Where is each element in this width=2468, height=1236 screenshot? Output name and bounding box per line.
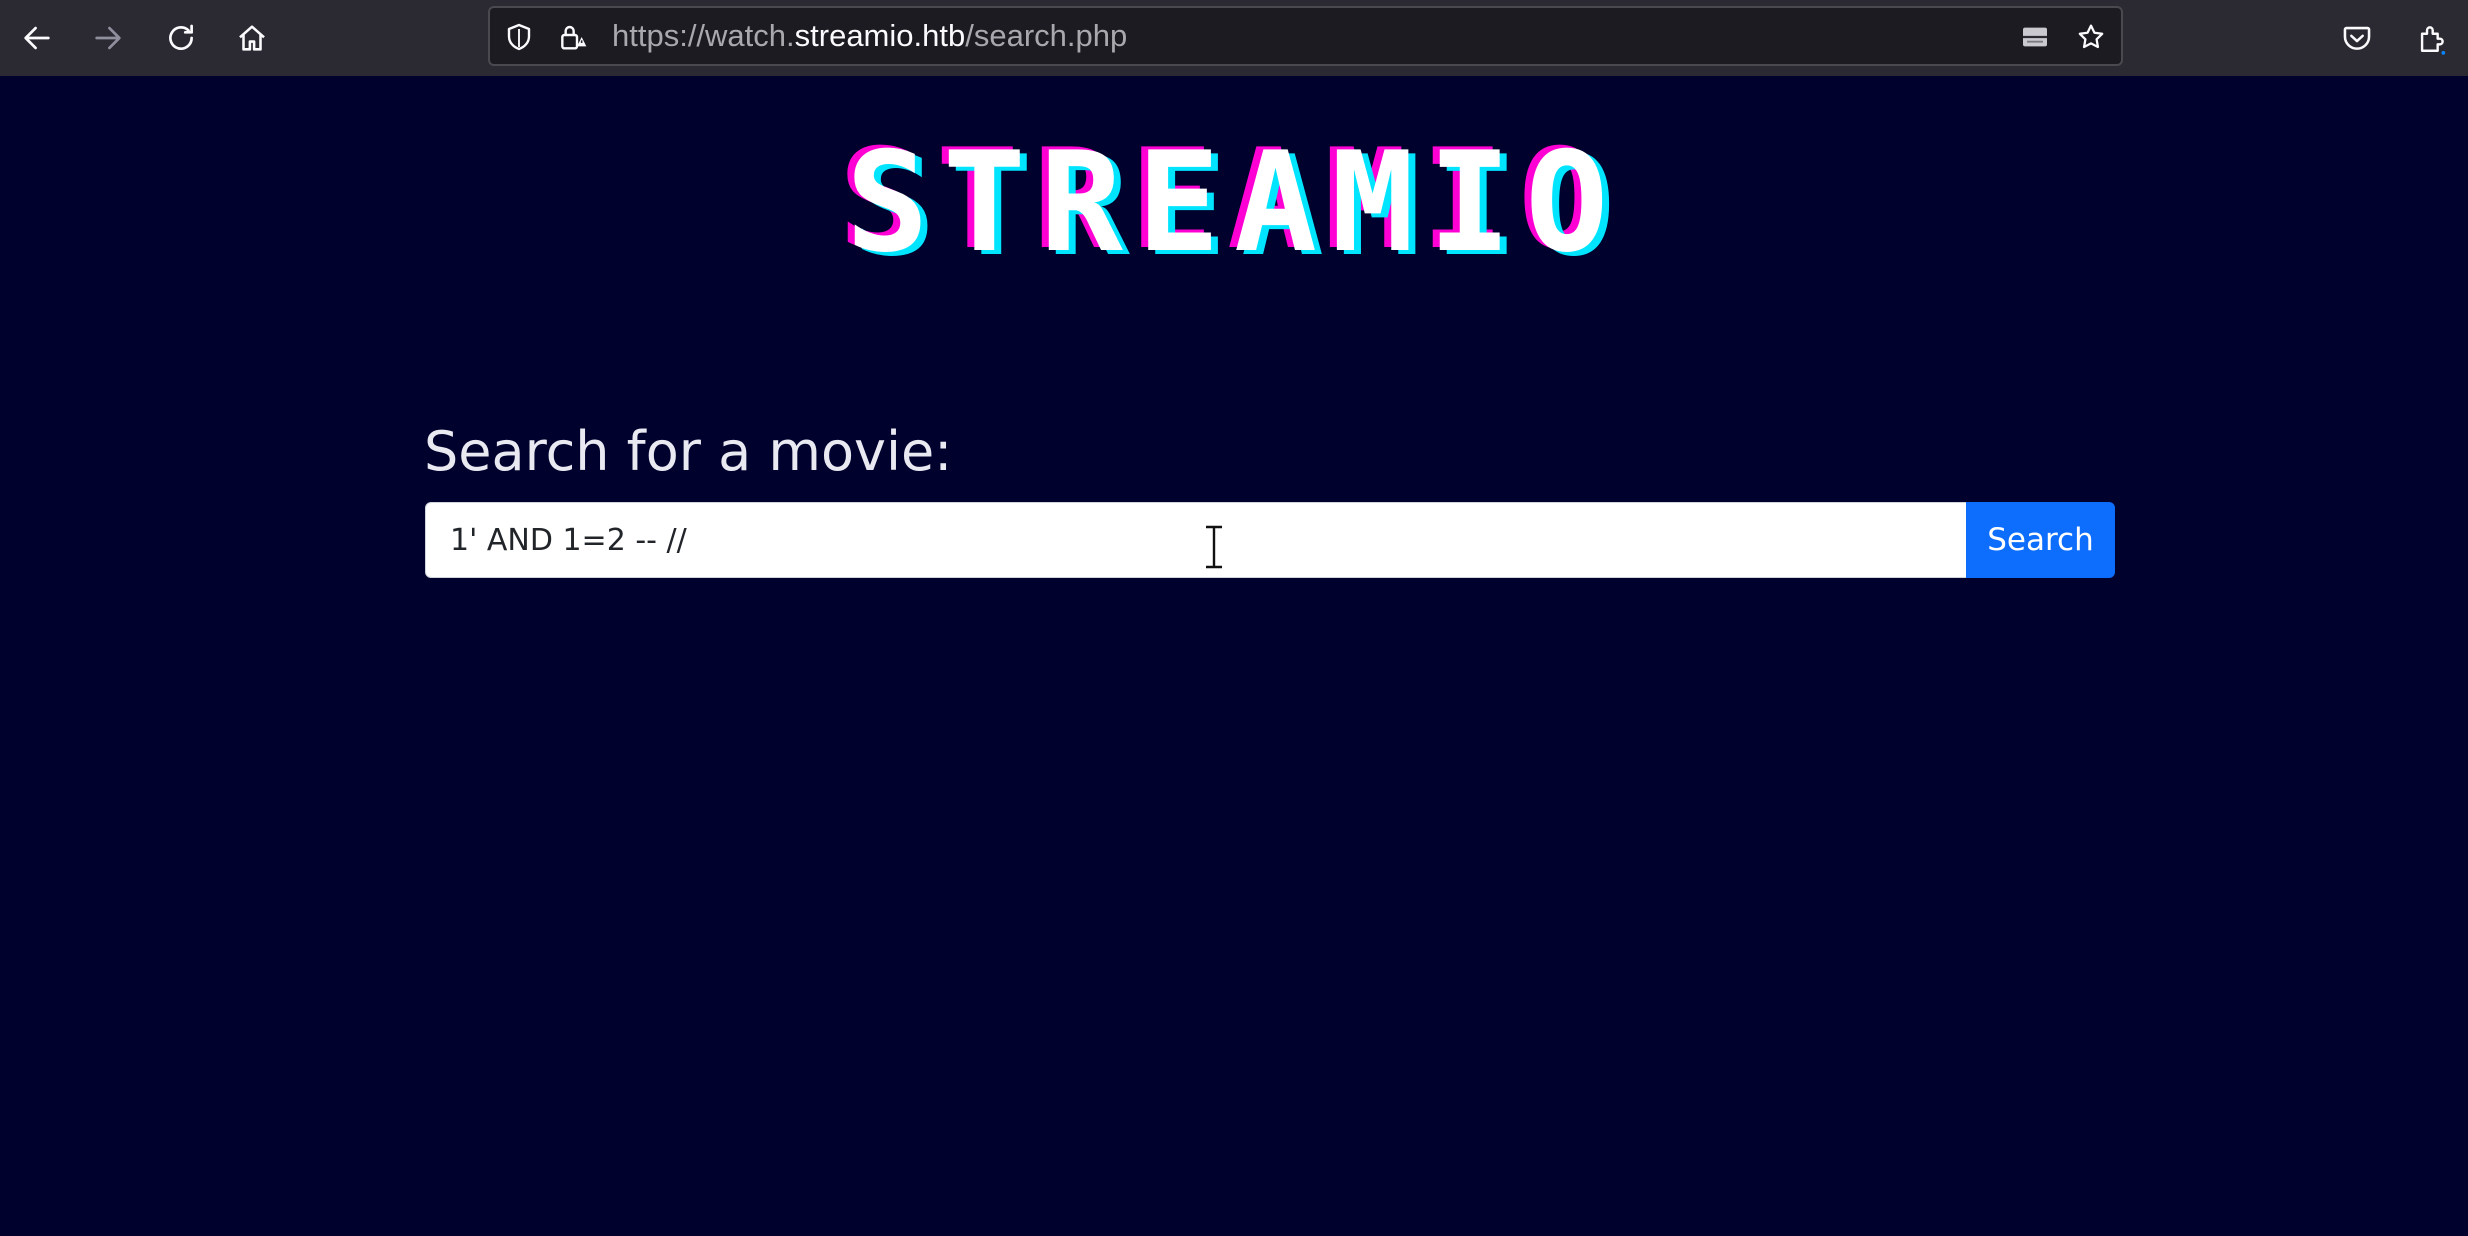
pocket-button[interactable] (2333, 14, 2381, 62)
home-button[interactable] (228, 14, 276, 62)
url-host: streamio.htb (794, 18, 966, 53)
search-input[interactable] (425, 502, 1967, 578)
back-button[interactable] (13, 14, 61, 62)
site-logo: STREAMIO (845, 122, 1623, 283)
extensions-button[interactable] (2408, 14, 2456, 62)
url-prefix: https://watch. (612, 18, 795, 53)
forward-button[interactable] (84, 14, 132, 62)
text-cursor-icon (1206, 524, 1222, 570)
search-label: Search for a movie: (424, 420, 953, 483)
shield-icon[interactable] (502, 20, 536, 54)
search-button[interactable]: Search (1966, 502, 2115, 578)
search-form: Search (425, 502, 2115, 578)
browser-toolbar: https://watch.streamio.htb/search.php (0, 0, 2468, 76)
reload-button[interactable] (157, 14, 205, 62)
star-icon[interactable] (2074, 20, 2108, 54)
back-arrow-icon (24, 26, 50, 50)
home-icon (239, 25, 265, 51)
address-bar[interactable]: https://watch.streamio.htb/search.php (488, 6, 2123, 66)
url-path: /search.php (965, 18, 1128, 53)
insecure-lock-icon[interactable] (556, 20, 590, 54)
extensions-icon (2420, 26, 2446, 55)
forward-arrow-icon (95, 26, 121, 50)
url-text[interactable]: https://watch.streamio.htb/search.php (612, 8, 1127, 64)
reload-icon (169, 24, 193, 50)
pocket-icon (2343, 26, 2371, 50)
reader-view-icon[interactable] (2018, 20, 2052, 54)
